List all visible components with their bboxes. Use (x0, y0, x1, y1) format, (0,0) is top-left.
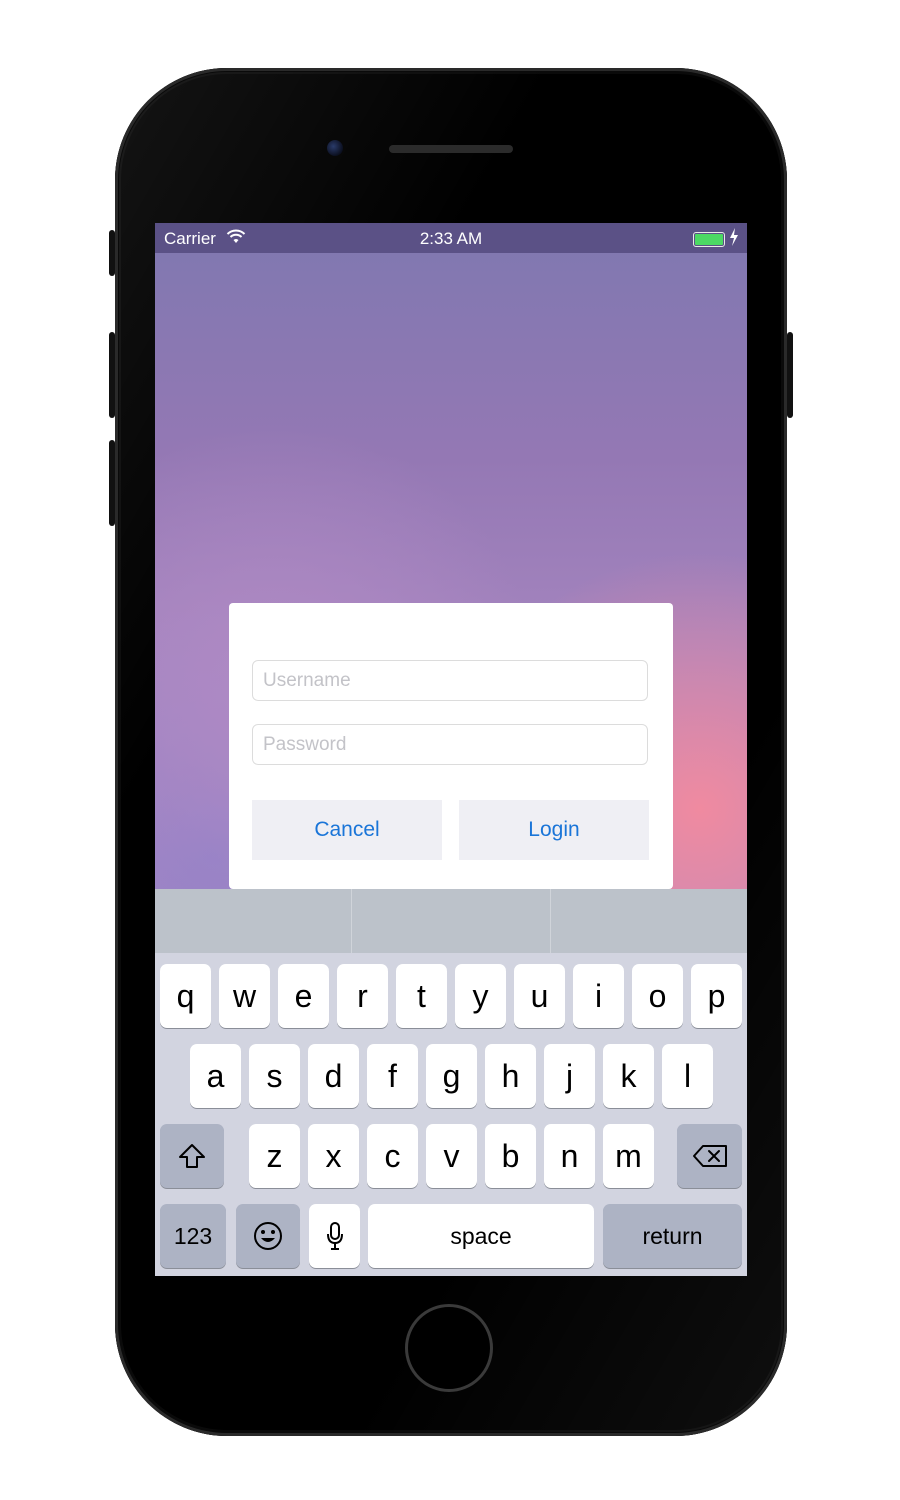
key-m[interactable]: m (603, 1124, 654, 1188)
numbers-key[interactable]: 123 (160, 1204, 226, 1268)
key-e[interactable]: e (278, 964, 329, 1028)
key-h[interactable]: h (485, 1044, 536, 1108)
key-y[interactable]: y (455, 964, 506, 1028)
earpiece-speaker (389, 145, 513, 153)
key-v[interactable]: v (426, 1124, 477, 1188)
emoji-icon (254, 1222, 282, 1250)
shift-key[interactable] (160, 1124, 224, 1188)
status-time: 2:33 AM (419, 229, 483, 248)
cancel-button[interactable]: Cancel (252, 800, 442, 860)
key-w[interactable]: w (219, 964, 270, 1028)
key-o[interactable]: o (632, 964, 683, 1028)
key-b[interactable]: b (485, 1124, 536, 1188)
username-field[interactable] (252, 660, 648, 701)
key-c[interactable]: c (367, 1124, 418, 1188)
key-p[interactable]: p (691, 964, 742, 1028)
login-button[interactable]: Login (459, 800, 649, 860)
shift-icon (179, 1144, 205, 1168)
key-j[interactable]: j (544, 1044, 595, 1108)
key-x[interactable]: x (308, 1124, 359, 1188)
battery-icon (693, 232, 725, 247)
key-d[interactable]: d (308, 1044, 359, 1108)
suggestion-divider (351, 889, 352, 953)
backspace-icon (692, 1145, 727, 1167)
key-f[interactable]: f (367, 1044, 418, 1108)
key-area: q w e r t y u i o p a s d f g h j k l z … (155, 953, 747, 1276)
home-button[interactable] (405, 1304, 493, 1392)
emoji-key[interactable] (236, 1204, 300, 1268)
battery-level (695, 234, 723, 245)
return-key[interactable]: return (603, 1204, 742, 1268)
screen: Carrier 2:33 AM Cancel Login (155, 223, 747, 1276)
key-a[interactable]: a (190, 1044, 241, 1108)
login-dialog: Cancel Login (229, 603, 673, 889)
password-field[interactable] (252, 724, 648, 765)
power-button (787, 332, 793, 418)
key-l[interactable]: l (662, 1044, 713, 1108)
suggestion-divider (550, 889, 551, 953)
key-i[interactable]: i (573, 964, 624, 1028)
phone-frame: Carrier 2:33 AM Cancel Login (115, 68, 787, 1436)
volume-down-button (109, 440, 115, 526)
charging-bolt-icon (730, 228, 738, 246)
microphone-icon (326, 1222, 343, 1250)
key-n[interactable]: n (544, 1124, 595, 1188)
space-key[interactable]: space (368, 1204, 594, 1268)
mute-switch (109, 230, 115, 276)
front-camera (327, 140, 343, 156)
key-z[interactable]: z (249, 1124, 300, 1188)
volume-up-button (109, 332, 115, 418)
key-g[interactable]: g (426, 1044, 477, 1108)
status-bar: Carrier 2:33 AM (155, 223, 747, 253)
suggestion-bar (155, 889, 747, 953)
key-t[interactable]: t (396, 964, 447, 1028)
key-r[interactable]: r (337, 964, 388, 1028)
key-s[interactable]: s (249, 1044, 300, 1108)
dictation-key[interactable] (309, 1204, 360, 1268)
key-u[interactable]: u (514, 964, 565, 1028)
backspace-key[interactable] (677, 1124, 742, 1188)
key-k[interactable]: k (603, 1044, 654, 1108)
key-q[interactable]: q (160, 964, 211, 1028)
keyboard: q w e r t y u i o p a s d f g h j k l z … (155, 889, 747, 1276)
